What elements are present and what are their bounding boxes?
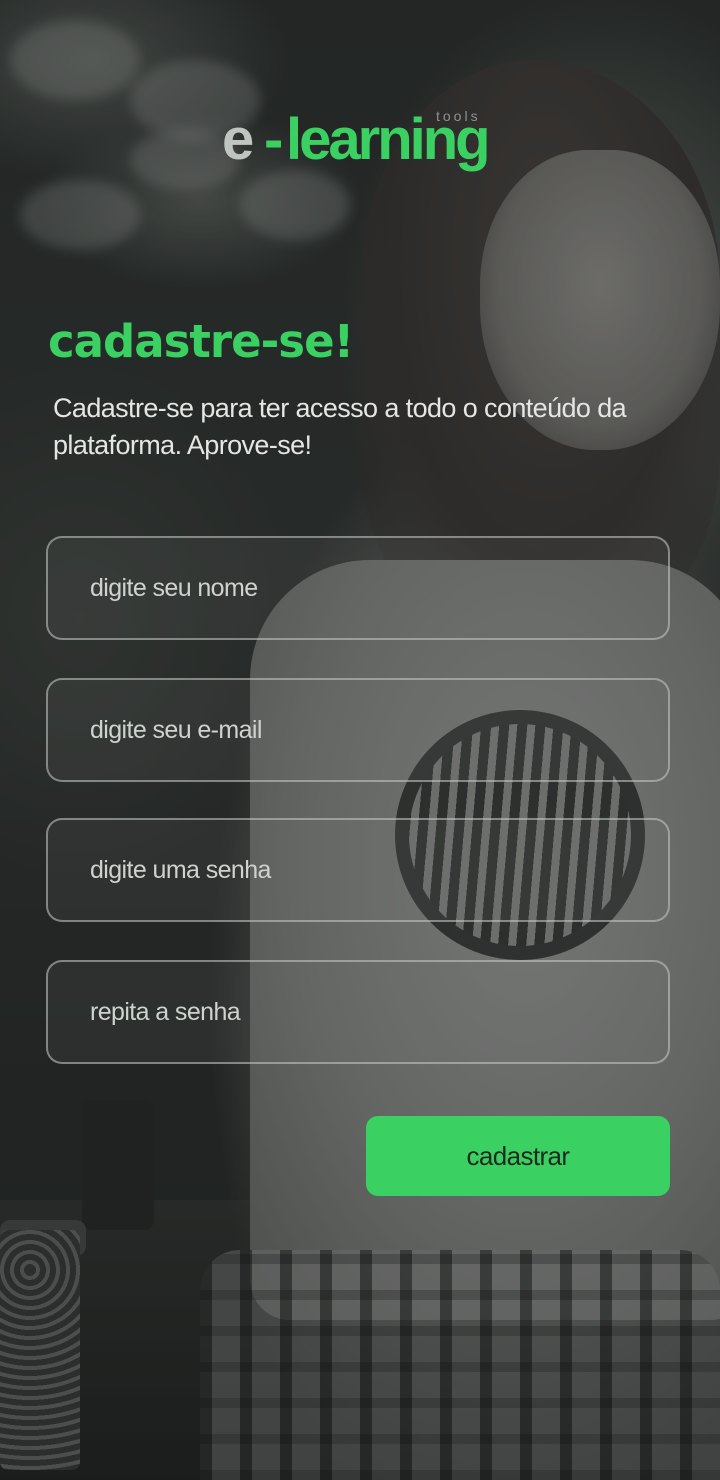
name-field[interactable]	[46, 536, 670, 640]
page-description: Cadastre-se para ter acesso a todo o con…	[53, 393, 627, 460]
repeat-password-input[interactable]	[48, 962, 668, 1062]
name-input[interactable]	[48, 538, 668, 638]
brand-tag: tools	[436, 108, 481, 124]
email-field[interactable]	[46, 678, 670, 782]
repeat-password-field[interactable]	[46, 960, 670, 1064]
register-button[interactable]: cadastrar	[366, 1116, 670, 1196]
email-input[interactable]	[48, 680, 668, 780]
brand-prefix: e	[222, 107, 254, 172]
brand-dash: -	[264, 107, 284, 172]
password-input[interactable]	[48, 820, 668, 920]
page-title: cadastre-se!	[48, 315, 354, 368]
brand-logo: e - learning tools	[222, 108, 512, 178]
password-field[interactable]	[46, 818, 670, 922]
